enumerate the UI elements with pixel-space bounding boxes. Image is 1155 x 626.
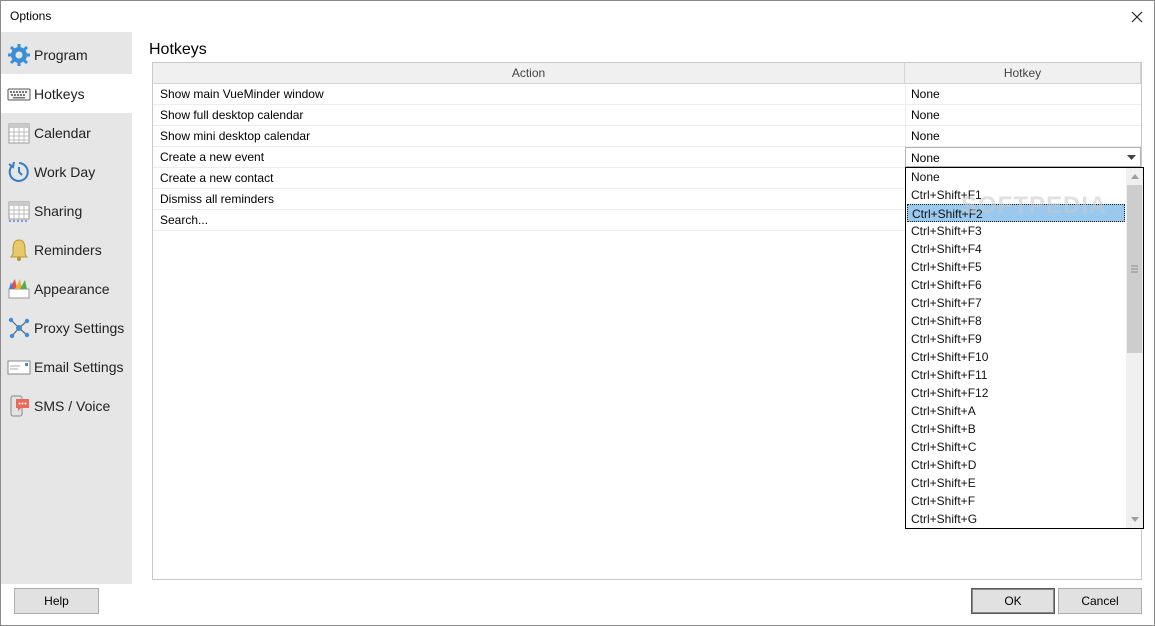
dropdown-option[interactable]: Ctrl+Shift+F9 bbox=[907, 330, 1125, 348]
calendar-icon bbox=[7, 121, 31, 145]
dropdown-option[interactable]: Ctrl+Shift+F11 bbox=[907, 366, 1125, 384]
palette-icon bbox=[7, 277, 31, 301]
dropdown-option[interactable]: Ctrl+Shift+A bbox=[907, 402, 1125, 420]
sidebar-item-appearance[interactable]: Appearance bbox=[1, 269, 132, 308]
clock-icon bbox=[7, 160, 31, 184]
grip-icon bbox=[1131, 265, 1138, 273]
chevron-down-icon[interactable] bbox=[1123, 149, 1139, 166]
cancel-button[interactable]: Cancel bbox=[1058, 588, 1142, 614]
sidebar-item-label: SMS / Voice bbox=[34, 397, 111, 414]
sidebar-item-label: Sharing bbox=[34, 202, 83, 219]
sidebar-item-label: Program bbox=[34, 46, 88, 63]
envelope-icon bbox=[7, 355, 31, 379]
dropdown-option[interactable]: Ctrl+Shift+D bbox=[907, 456, 1125, 474]
dropdown-option[interactable]: Ctrl+Shift+F8 bbox=[907, 312, 1125, 330]
sidebar-item-reminders[interactable]: Reminders bbox=[1, 230, 132, 269]
table-row[interactable]: Show full desktop calendar None bbox=[153, 105, 1141, 126]
dropdown-option[interactable]: Ctrl+Shift+F12 bbox=[907, 384, 1125, 402]
sidebar-item-work-day[interactable]: Work Day bbox=[1, 152, 132, 191]
page-title: Hotkeys bbox=[149, 41, 207, 58]
table-row[interactable]: Create a new event None bbox=[153, 147, 1141, 168]
dropdown-option[interactable]: Ctrl+Shift+F5 bbox=[907, 258, 1125, 276]
sidebar-item-label: Proxy Settings bbox=[34, 319, 125, 336]
keyboard-icon bbox=[7, 82, 31, 106]
sidebar-item-label: Hotkeys bbox=[34, 85, 85, 102]
row-hotkey[interactable]: None bbox=[905, 126, 1141, 146]
hotkey-combo[interactable]: None bbox=[905, 147, 1141, 167]
dropdown-option-selected[interactable]: Ctrl+Shift+F2 bbox=[907, 204, 1125, 222]
sidebar-item-label: Appearance bbox=[34, 280, 110, 297]
dropdown-option[interactable]: Ctrl+Shift+B bbox=[907, 420, 1125, 438]
network-icon bbox=[7, 316, 31, 340]
shared-calendar-icon bbox=[7, 199, 31, 223]
ok-button[interactable]: OK bbox=[971, 588, 1055, 614]
scroll-down-arrow-icon[interactable] bbox=[1126, 511, 1143, 528]
dropdown-option[interactable]: Ctrl+Shift+F6 bbox=[907, 276, 1125, 294]
dropdown-option[interactable]: Ctrl+Shift+F bbox=[907, 492, 1125, 510]
help-button[interactable]: Help bbox=[14, 588, 99, 614]
dropdown-option[interactable]: Ctrl+Shift+E bbox=[907, 474, 1125, 492]
dropdown-option[interactable]: Ctrl+Shift+G bbox=[907, 510, 1125, 528]
options-dialog: Options Program Hotkeys Calendar Work Da… bbox=[0, 0, 1155, 626]
sidebar: Program Hotkeys Calendar Work Day Sharin… bbox=[1, 32, 132, 584]
column-header-hotkey[interactable]: Hotkey bbox=[905, 63, 1141, 83]
bell-icon bbox=[7, 238, 31, 262]
close-button[interactable] bbox=[1120, 1, 1154, 32]
table-row[interactable]: Show main VueMinder window None bbox=[153, 84, 1141, 105]
table-row[interactable]: Show mini desktop calendar None bbox=[153, 126, 1141, 147]
sidebar-item-label: Reminders bbox=[34, 241, 102, 258]
dropdown-scrollbar[interactable] bbox=[1126, 168, 1143, 528]
sidebar-item-hotkeys[interactable]: Hotkeys bbox=[1, 74, 132, 113]
dropdown-option[interactable]: Ctrl+Shift+F4 bbox=[907, 240, 1125, 258]
phone-chat-icon bbox=[7, 394, 31, 418]
close-icon bbox=[1131, 11, 1143, 22]
scroll-up-arrow-icon[interactable] bbox=[1126, 168, 1143, 185]
row-action: Show full desktop calendar bbox=[160, 108, 304, 122]
sidebar-item-sharing[interactable]: Sharing bbox=[1, 191, 132, 230]
row-action: Show main VueMinder window bbox=[160, 87, 324, 101]
sidebar-item-label: Work Day bbox=[34, 163, 96, 180]
hotkey-combo-value: None bbox=[911, 151, 940, 165]
dropdown-option[interactable]: Ctrl+Shift+F1 bbox=[907, 186, 1125, 204]
row-action: Create a new event bbox=[160, 150, 265, 164]
dropdown-option[interactable]: Ctrl+Shift+F3 bbox=[907, 222, 1125, 240]
sidebar-item-label: Email Settings bbox=[34, 358, 124, 375]
sidebar-item-email-settings[interactable]: Email Settings bbox=[1, 347, 132, 386]
scrollbar-thumb[interactable] bbox=[1127, 185, 1142, 353]
row-action: Create a new contact bbox=[160, 171, 274, 185]
sidebar-item-calendar[interactable]: Calendar bbox=[1, 113, 132, 152]
table-header: Action Hotkey bbox=[153, 63, 1141, 84]
gear-icon bbox=[7, 43, 31, 67]
column-header-action[interactable]: Action bbox=[153, 63, 905, 83]
hotkey-dropdown-list[interactable]: None Ctrl+Shift+F1 Ctrl+Shift+F2 Ctrl+Sh… bbox=[905, 167, 1144, 529]
row-action: Dismiss all reminders bbox=[160, 192, 275, 206]
sidebar-item-proxy-settings[interactable]: Proxy Settings bbox=[1, 308, 132, 347]
row-hotkey[interactable]: None bbox=[905, 84, 1141, 104]
dropdown-option[interactable]: Ctrl+Shift+F10 bbox=[907, 348, 1125, 366]
row-action: Show mini desktop calendar bbox=[160, 129, 311, 143]
row-action: Search... bbox=[160, 213, 209, 227]
sidebar-item-sms-voice[interactable]: SMS / Voice bbox=[1, 386, 132, 425]
sidebar-item-label: Calendar bbox=[34, 124, 91, 141]
row-hotkey[interactable]: None bbox=[905, 105, 1141, 125]
title-bar: Options bbox=[1, 1, 1154, 32]
dropdown-option[interactable]: Ctrl+Shift+C bbox=[907, 438, 1125, 456]
sidebar-item-program[interactable]: Program bbox=[1, 35, 132, 74]
dropdown-option[interactable]: Ctrl+Shift+F7 bbox=[907, 294, 1125, 312]
dropdown-option[interactable]: None bbox=[907, 168, 1125, 186]
window-title: Options bbox=[10, 9, 52, 23]
